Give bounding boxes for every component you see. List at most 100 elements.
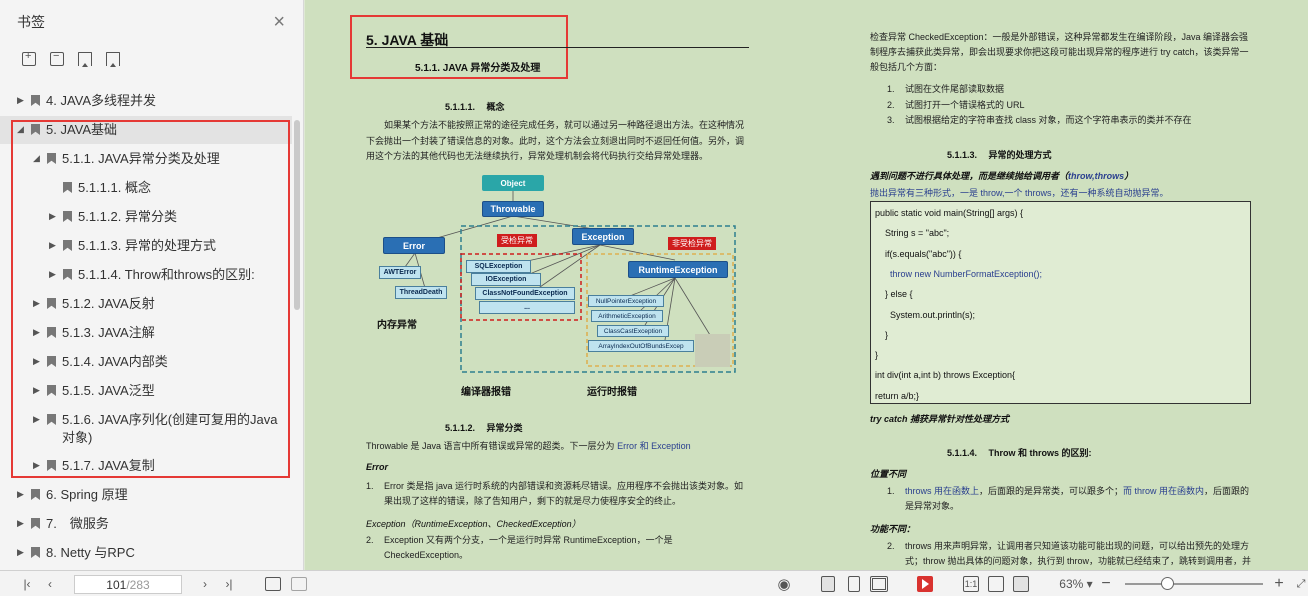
- sidebar-item-label: 5.1.7. JAVA复制: [62, 458, 155, 473]
- expand-arrow-icon[interactable]: ▶: [49, 211, 59, 222]
- sidebar-item[interactable]: ▶ 5.1.6. JAVA序列化(创建可复用的Java对象): [0, 409, 292, 447]
- exception-item-number: 2.: [366, 535, 374, 545]
- handling-subheading-text: 遇到问题不进行具体处理，而是继续抛给调用者（: [870, 171, 1069, 181]
- two-page-icon[interactable]: [869, 575, 889, 593]
- handling-text: 抛出异常有三种形式，一是 throw,一个 throws，还有一种系统自动抛异常…: [870, 188, 1169, 198]
- sidebar-item-label: 5.1.2. JAVA反射: [62, 296, 155, 311]
- sidebar-item[interactable]: ▶ 5.1.4. JAVA内部类: [0, 351, 292, 373]
- handling-subheading: 遇到问题不进行具体处理，而是继续抛给调用者（throw,throws）: [870, 169, 1133, 182]
- collapse-all-icon[interactable]: [50, 50, 64, 66]
- intro-text: Throwable 是 Java 语言中所有错误或异常的超类。下一层分为: [366, 441, 615, 451]
- sidebar-item[interactable]: ▶ 5.1.3. JAVA注解: [0, 322, 292, 344]
- zoom-in-icon[interactable]: +: [1272, 575, 1286, 593]
- expand-arrow-icon[interactable]: ▶: [33, 327, 43, 338]
- collapse-arrow-icon[interactable]: ◢: [17, 124, 27, 135]
- sidebar-item[interactable]: ▶ 5.1.7. JAVA复制: [0, 455, 292, 477]
- fit-width-icon[interactable]: [1012, 575, 1030, 593]
- code-line: public static void main(String[] args) {: [875, 208, 1024, 218]
- sidebar-item[interactable]: ◢ 5. JAVA基础: [0, 116, 292, 144]
- try-catch-note: try catch 捕获异常针对性处理方式: [870, 414, 1010, 424]
- expand-arrow-icon[interactable]: ▶: [33, 356, 43, 367]
- function-subheading: 功能不同：: [870, 524, 916, 534]
- exception-node: Exception: [572, 228, 634, 245]
- bookmark-icon: [63, 182, 72, 193]
- eye-icon[interactable]: ◉: [772, 575, 796, 593]
- object-node: Object: [482, 175, 544, 191]
- code-line: return a/b;}: [875, 390, 920, 401]
- forward-icon[interactable]: [290, 575, 308, 593]
- sidebar-item-label: 5.1.1. JAVA异常分类及处理: [62, 151, 220, 166]
- classification-intro: Throwable 是 Java 语言中所有错误或异常的超类。下一层分为 Err…: [366, 439, 756, 455]
- sidebar-item[interactable]: ▶ 5.1.2. JAVA反射: [0, 293, 292, 315]
- runtime-error-label: 运行时报错: [587, 387, 637, 398]
- subsection-heading-3: 5.1.1.3. 异常的处理方式: [947, 150, 1052, 160]
- error-item-text: Error 类是指 java 运行时系统的内部错误和资源耗尽错误。应用程序不会抛…: [384, 481, 744, 506]
- sidebar-item[interactable]: ▶ 8. Netty 与RPC: [0, 542, 292, 564]
- sidebar-item[interactable]: ▶ 5.1.5. JAVA泛型: [0, 380, 292, 402]
- fit-page-icon[interactable]: [987, 575, 1005, 593]
- bookmark-icon[interactable]: [106, 52, 120, 67]
- sidebar-item[interactable]: ▶ 5.1.1.3. 异常的处理方式: [0, 235, 292, 257]
- subsection-heading-4: 5.1.1.4. Throw 和 throws 的区别:: [947, 448, 1092, 458]
- add-bookmark-icon[interactable]: [78, 52, 92, 67]
- code-block: public static void main(String[] args) {…: [870, 201, 1251, 404]
- expand-arrow-icon[interactable]: ▶: [33, 385, 43, 396]
- sidebar-item-label: 6. Spring 原理: [46, 487, 128, 502]
- page-view-icon[interactable]: [844, 575, 864, 593]
- play-icon[interactable]: [916, 575, 934, 593]
- sidebar-item[interactable]: 5.1.1.1. 概念: [0, 177, 292, 199]
- expand-arrow-icon[interactable]: ▶: [33, 414, 43, 425]
- expand-all-icon[interactable]: [22, 50, 36, 66]
- sidebar-item[interactable]: ▶ 6. Spring 原理: [0, 484, 292, 506]
- function-item-number: 2.: [887, 541, 895, 551]
- zoom-level[interactable]: 63% ▾: [1056, 575, 1096, 593]
- sidebar-item-label: 5.1.6. JAVA序列化(创建可复用的Java对象): [62, 412, 278, 445]
- sidebar-item-label: 8. Netty 与RPC: [46, 545, 135, 560]
- page-number-input[interactable]: 101/283: [74, 575, 182, 594]
- expand-arrow-icon[interactable]: ▶: [33, 298, 43, 309]
- expand-arrow-icon[interactable]: ▶: [17, 518, 27, 529]
- first-page-icon[interactable]: |‹: [20, 575, 34, 593]
- sidebar-header: 书签 ×: [0, 0, 303, 44]
- bookmark-icon: [47, 153, 56, 164]
- sidebar-item[interactable]: ▶ 7. 微服务: [0, 513, 292, 535]
- next-page-icon[interactable]: ›: [199, 575, 211, 593]
- sidebar-item[interactable]: ◢ 5.1.1. JAVA异常分类及处理: [0, 148, 292, 170]
- expand-arrow-icon[interactable]: ▶: [17, 547, 27, 558]
- bookmark-icon: [63, 211, 72, 222]
- code-line: System.out.println(s);: [875, 309, 976, 320]
- sidebar-item-label: 5.1.1.1. 概念: [78, 180, 151, 195]
- sidebar-item-label: 4. JAVA多线程并发: [46, 93, 157, 108]
- expand-arrow-icon[interactable]: ▶: [49, 269, 59, 280]
- prev-page-icon[interactable]: ‹: [44, 575, 56, 593]
- sidebar-item[interactable]: ▶ 5.1.1.4. Throw和throws的区别:: [0, 264, 292, 286]
- code-line: if(s.equals("abc")) {: [875, 248, 962, 259]
- class-cast-node: ClassCastException: [597, 325, 669, 337]
- single-page-icon[interactable]: [818, 575, 838, 593]
- expand-arrow-icon[interactable]: ▶: [49, 240, 59, 251]
- fullscreen-icon[interactable]: ⤢: [1294, 575, 1308, 593]
- code-line: throw new NumberFormatException();: [875, 268, 1043, 279]
- zoom-out-icon[interactable]: −: [1100, 575, 1112, 593]
- collapse-arrow-icon[interactable]: ◢: [33, 153, 43, 164]
- sidebar-item[interactable]: ▶ 5.1.1.2. 异常分类: [0, 206, 292, 228]
- zoom-slider-knob[interactable]: [1161, 577, 1174, 590]
- position-subheading: 位置不同: [870, 469, 907, 479]
- expand-arrow-icon[interactable]: ▶: [33, 460, 43, 471]
- close-icon[interactable]: ×: [273, 12, 285, 32]
- sidebar-scrollbar[interactable]: [294, 120, 300, 310]
- throwable-node: Throwable: [482, 201, 544, 217]
- bookmark-icon: [31, 95, 40, 106]
- bookmark-icon: [47, 460, 56, 471]
- sidebar-item[interactable]: ▶ 4. JAVA多线程并发: [0, 90, 292, 112]
- last-page-icon[interactable]: ›|: [222, 575, 236, 593]
- back-icon[interactable]: [264, 575, 282, 593]
- bookmark-icon: [31, 518, 40, 529]
- position-item-number: 1.: [887, 486, 895, 496]
- zoom-slider[interactable]: [1125, 583, 1263, 585]
- exception-item-text: Exception 又有两个分支，一个是运行时异常 RuntimeExcepti…: [384, 535, 673, 560]
- expand-arrow-icon[interactable]: ▶: [17, 489, 27, 500]
- memory-exception-label: 内存异常: [377, 320, 417, 331]
- actual-size-icon[interactable]: 1:1: [962, 575, 980, 593]
- expand-arrow-icon[interactable]: ▶: [17, 95, 27, 106]
